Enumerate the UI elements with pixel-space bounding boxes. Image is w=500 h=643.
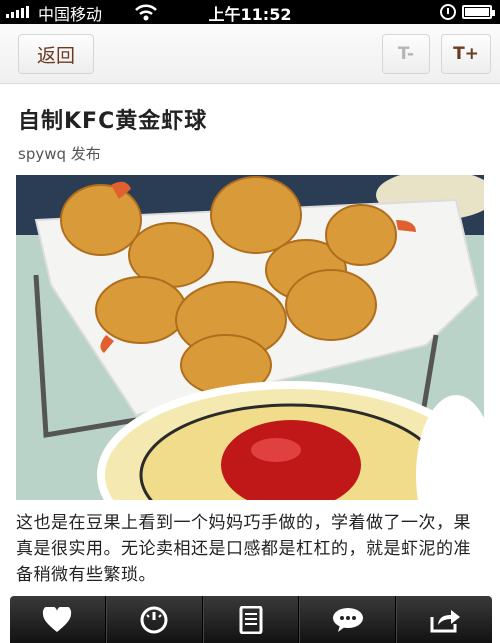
chat-bubble-icon [332,607,363,632]
recipe-photo [16,175,484,500]
font-decrease-button[interactable]: T- [382,34,430,74]
document-icon [239,605,263,634]
rotation-lock-icon [440,4,456,20]
battery-icon [462,5,495,19]
article-title: 自制KFC黄金虾球 [18,109,208,134]
comments-tab[interactable] [299,596,397,643]
font-increase-button[interactable]: T+ [441,34,491,74]
recipe-details-tab[interactable] [202,596,300,643]
back-button[interactable]: 返回 [18,34,94,74]
status-bar: 中国移动 上午11:52 [0,0,500,24]
difficulty-tab[interactable] [105,596,203,643]
navigation-bar: 返回 T- T+ [0,24,500,84]
heart-icon [43,606,72,632]
article-body: 这也是在豆果上看到一个妈妈巧手做的，学着做了一次，果真是很实用。无论卖相还是口感… [16,513,471,585]
status-time: 上午11:52 [208,5,292,24]
like-tab[interactable] [10,596,106,643]
author-line: spywq 发布 [18,145,101,163]
share-tab[interactable] [396,596,492,643]
gauge-icon [140,606,168,633]
bottom-tab-bar [10,596,492,643]
share-icon [430,609,460,632]
